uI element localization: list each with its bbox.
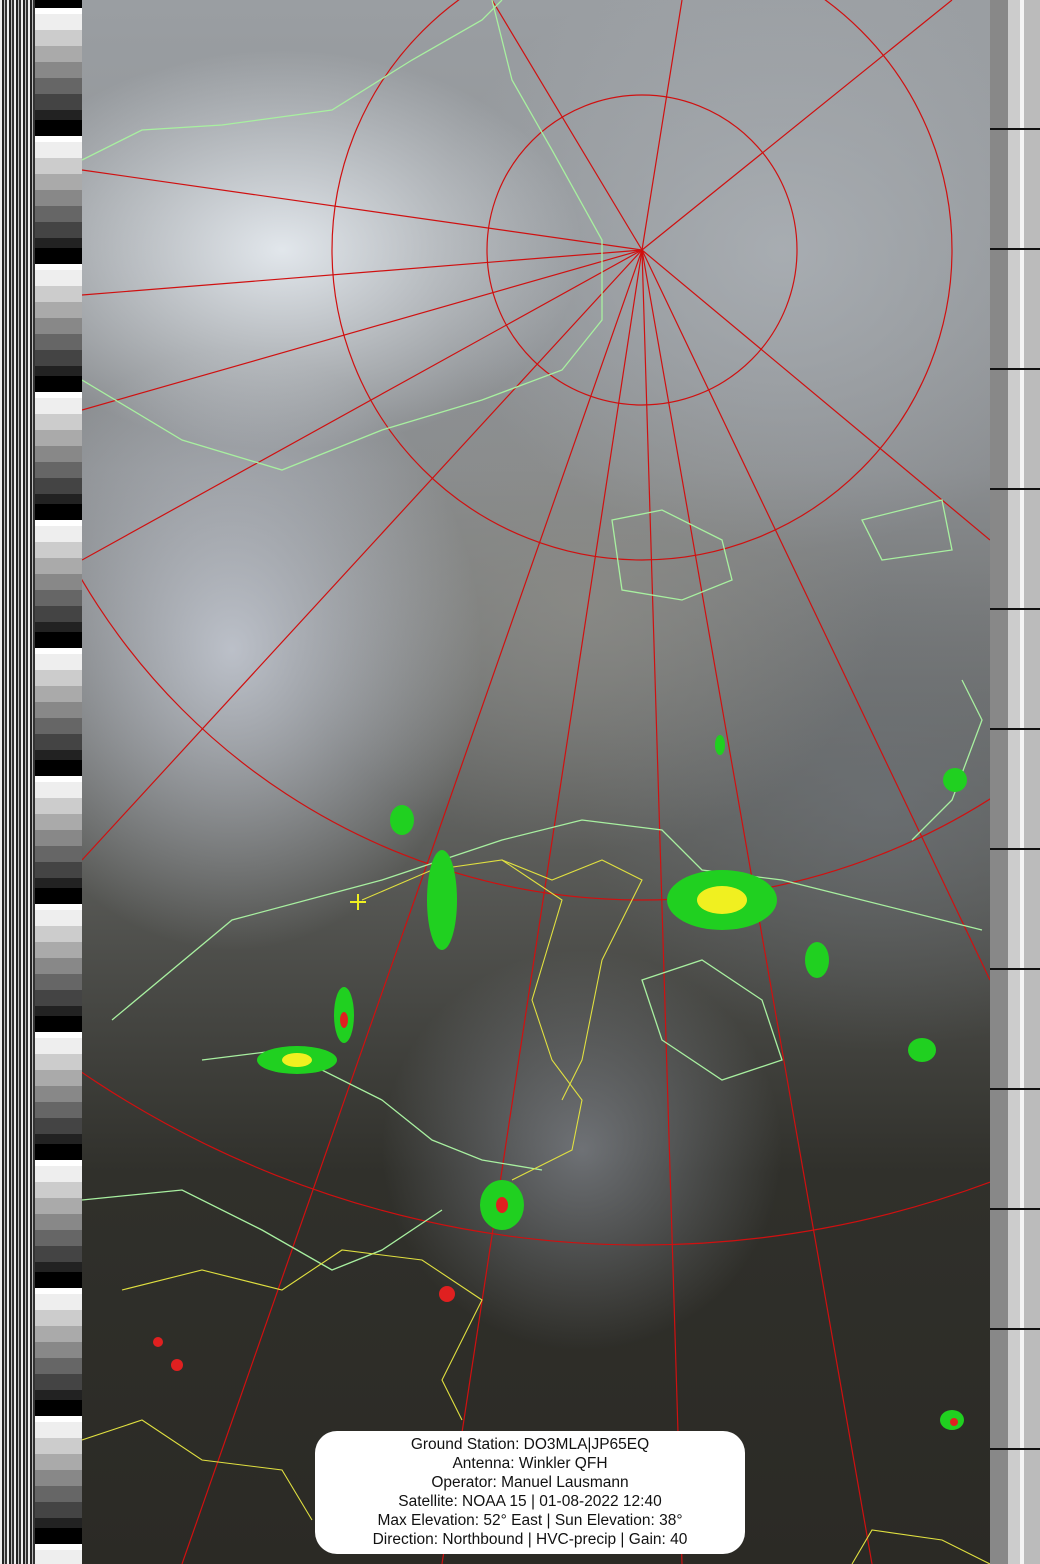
elevation-text: Max Elevation: 52° East | Sun Elevation:… (377, 1512, 683, 1529)
pass-info-box: Ground Station: DO3MLA|JP65EQ Antenna: W… (315, 1431, 745, 1554)
coastlines (82, 0, 983, 1271)
operator-text: Operator: Manuel Lausmann (431, 1474, 629, 1491)
antenna-text: Antenna: Winkler QFH (452, 1455, 608, 1472)
sync-strip-left (0, 0, 35, 1564)
telemetry-wedges-left (35, 0, 82, 1564)
telemetry-strip-right (990, 0, 1040, 1564)
ground-station-marker (350, 894, 366, 910)
graticule (82, 0, 990, 1564)
satellite-image-frame: Ground Station: DO3MLA|JP65EQ Antenna: W… (0, 0, 1040, 1564)
direction-text: Direction: Northbound | HVC-precip | Gai… (372, 1531, 688, 1548)
satellite-map (82, 0, 990, 1564)
satellite-text: Satellite: NOAA 15 | 01-08-2022 12:40 (398, 1493, 662, 1510)
map-overlay (82, 0, 990, 1564)
ground-station-text: Ground Station: DO3MLA|JP65EQ (410, 1436, 650, 1453)
precipitation (153, 735, 967, 1430)
